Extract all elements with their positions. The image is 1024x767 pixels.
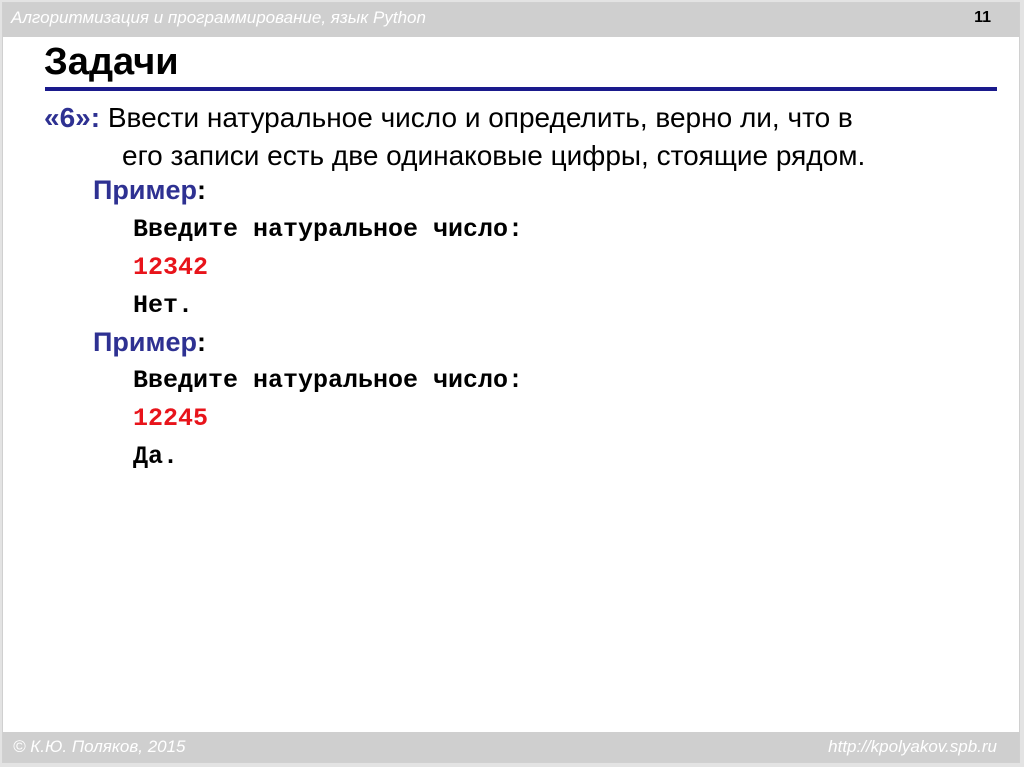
task-text-1: Ввести натуральное число и определить, в… [107,102,853,133]
task-line-2: его записи есть две одинаковые цифры, ст… [44,137,984,175]
task-statement: «6»: Ввести натуральное число и определи… [44,99,984,175]
task-number: «6»: [44,102,101,133]
example-label-colon: : [196,175,206,205]
header-band: Алгоритмизация и программирование, язык … [3,3,1019,37]
title-underline [45,87,997,91]
example-label: Пример: [93,327,206,358]
example-input: 12342 [133,253,209,282]
author-copyright: © К.Ю. Поляков, 2015 [13,737,186,756]
slide-title: Задачи [44,41,179,83]
task-line-1: «6»: Ввести натуральное число и определи… [44,99,984,137]
example-label: Пример: [93,175,206,206]
course-title: Алгоритмизация и программирование, язык … [11,8,426,27]
example-output: Да. [133,442,179,471]
footer-band: © К.Ю. Поляков, 2015 http://kpolyakov.sp… [3,732,1019,762]
example-label-text: Пример [93,175,197,205]
example-prompt: Введите натуральное число: [133,215,524,244]
slide: Алгоритмизация и программирование, язык … [2,2,1020,763]
example-label-text: Пример [93,327,197,357]
task-text-2: его записи есть две одинаковые цифры, ст… [122,140,866,171]
example-prompt: Введите натуральное число: [133,366,524,395]
site-url: http://kpolyakov.spb.ru [828,737,997,756]
slide-number: 11 [974,9,991,26]
example-input: 12245 [133,404,209,433]
example-output: Нет. [133,291,194,320]
example-label-colon: : [196,327,206,357]
